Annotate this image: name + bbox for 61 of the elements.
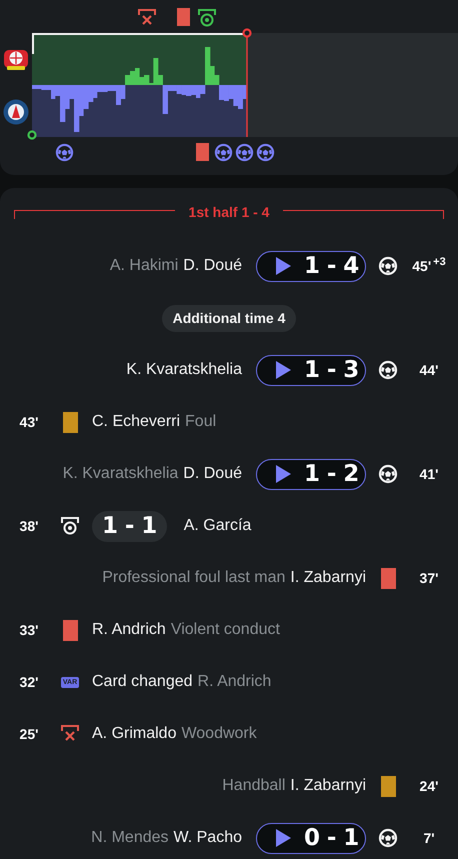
detail-text: Foul [185,412,216,432]
ball-icon [378,256,398,276]
period-header: 1st half 1 - 4 [188,203,270,222]
goal-net-ball-icon [60,516,80,536]
player-name: A. Grimaldo [92,724,176,744]
score-video-button[interactable]: 0 - 1 [256,822,366,854]
card-icon [62,620,78,640]
detail-text: K. Kvaratskhelia [62,464,178,484]
play-icon [274,360,292,380]
minute-label: 41' [420,464,438,484]
card-marker-icon [177,8,190,26]
goal-marker-icon [256,143,275,162]
card-icon [62,412,78,432]
crest-shield-icon [3,48,29,72]
score-video-button[interactable]: 1 - 2 [256,458,366,490]
ball-icon [378,360,398,380]
minute-label: 25' [20,724,38,744]
player-name: R. Andrich [92,620,166,640]
detail-text: Woodwork [181,724,257,744]
minute-label: 38' [20,516,38,536]
play-icon [274,464,292,484]
minute-label: 7' [423,828,435,848]
detail-text: A. Hakimi [110,256,178,276]
play-icon [274,256,292,276]
minute-label: 37' [420,568,438,588]
minute-label: 33' [20,620,38,640]
detail-text: N. Mendes [91,828,169,848]
minute-label: 43' [20,412,38,432]
goal-marker-icon [54,143,74,162]
crest-round-icon [3,99,29,125]
player-name: D. Doué [183,464,242,484]
player-name: C. Echeverri [92,412,180,432]
detail-text: Violent conduct [170,620,280,640]
minute-label: 24' [420,776,438,796]
card-icon [380,776,396,796]
kickoff-marker-icon [27,130,37,140]
player-name: W. Pacho [174,828,242,848]
play-icon [274,828,292,848]
player-name: A. García [184,516,252,536]
player-name: D. Doué [183,256,242,276]
score-video-button[interactable]: 1 - 3 [256,354,366,386]
player-name: I. Zabarnyi [290,568,366,588]
detail-text: R. Andrich [198,672,272,692]
additional-time-label: Additional time 4 [162,304,296,332]
minute-label: 44' [420,360,438,380]
minute-label: 32' [20,672,38,692]
score-pill: 1 - 1 [92,510,167,542]
ball-icon [378,464,398,484]
ball-icon [378,828,398,848]
card-icon [380,568,396,588]
goal-marker-icon [234,143,254,162]
card-marker-icon [196,143,209,161]
detail-text: Professional foul last man [102,568,286,588]
goal-marker-icon [196,8,217,28]
player-name: Card changed [92,672,193,692]
detail-text: Handball [222,776,286,796]
score-video-button[interactable]: 1 - 4 [256,250,366,282]
player-name: K. Kvaratskhelia [126,360,242,380]
goal-marker-icon [214,143,233,162]
minute-label: 45'$^{+3}$ [412,256,446,276]
player-name: I. Zabarnyi [290,776,366,796]
